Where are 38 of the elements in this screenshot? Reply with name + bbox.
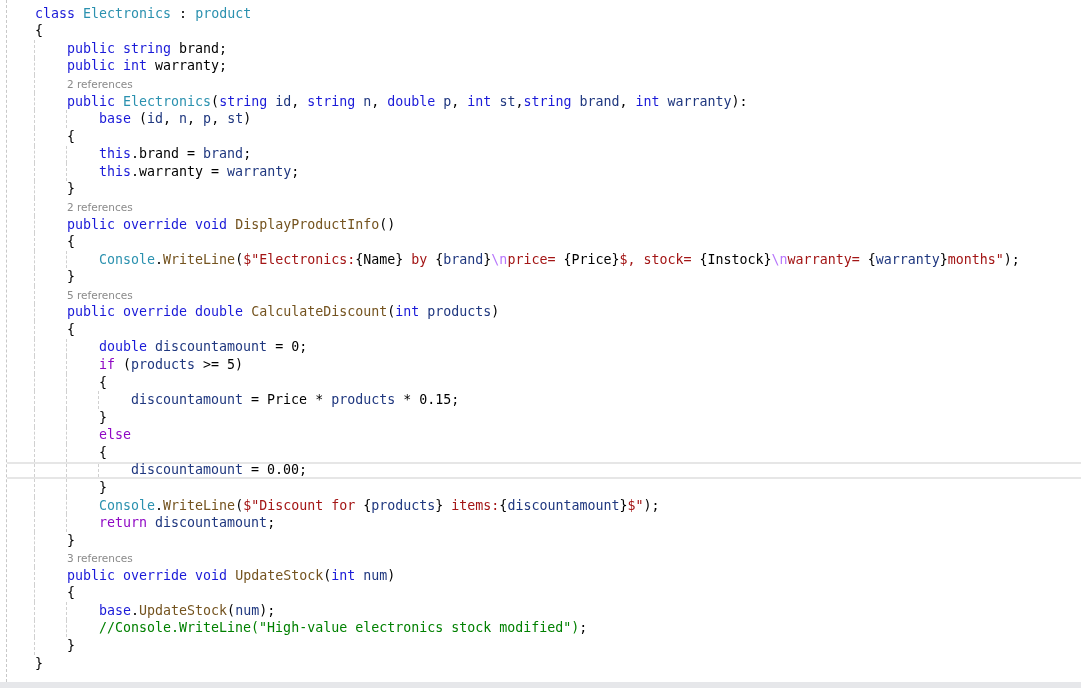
code-line: } — [99, 479, 107, 496]
code-line: public int warranty; — [67, 58, 228, 75]
code-line: return discountamount; — [99, 515, 276, 532]
code-line: public override double CalculateDiscount(int products) — [67, 304, 500, 321]
reference-count[interactable]: 3 references — [67, 551, 133, 566]
code-line: base.UpdateStock(num); — [99, 602, 276, 619]
code-line: Console.WriteLine($"Discount for {products} items:{discountamount}$"); — [99, 497, 660, 514]
code-line: discountamount = Price * products * 0.15; — [131, 392, 460, 409]
code-line: Console.WriteLine($"Electronics:{Name} by {brand}\nprice= {Price}$, stock= {Instock}\nwarranty= {warranty}months"); — [99, 251, 1020, 268]
code-line: discountamount = 0.00; — [131, 462, 308, 479]
reference-count[interactable]: 2 references — [67, 77, 133, 92]
code-line: //Console.WriteLine("High-value electronics stock modified"); — [99, 620, 588, 637]
code-line: } — [35, 655, 43, 672]
code-line: } — [67, 532, 75, 549]
code-line: { — [35, 23, 43, 40]
code-line: public Electronics(string id, string n, double p, int st,string brand, int warranty): — [67, 93, 748, 110]
code-line: { — [67, 234, 75, 251]
reference-count[interactable]: 5 references — [67, 287, 133, 302]
code-line: public override void UpdateStock(int num) — [67, 567, 396, 584]
reference-count[interactable]: 2 references — [67, 199, 133, 214]
code-line: } — [99, 409, 107, 426]
code-line: { — [99, 444, 107, 461]
code-line: public override void DisplayProductInfo() — [67, 216, 396, 233]
code-line: else — [99, 427, 132, 444]
code-line: { — [99, 374, 107, 391]
code-line: { — [67, 585, 75, 602]
code-line: base (id, n, p, st) — [99, 111, 252, 128]
code-line: this.brand = brand; — [99, 146, 252, 163]
code-line: this.warranty = warranty; — [99, 163, 300, 180]
code-line: public string brand; — [67, 40, 228, 57]
code-line: { — [67, 321, 75, 338]
code-line: class Electronics : product — [35, 5, 252, 22]
code-line: { — [67, 128, 75, 145]
code-line: } — [67, 269, 75, 286]
code-line: double discountamount = 0; — [99, 339, 308, 356]
code-line: } — [67, 181, 75, 198]
code-line: } — [67, 638, 75, 655]
code-line: if (products >= 5) — [99, 357, 244, 374]
